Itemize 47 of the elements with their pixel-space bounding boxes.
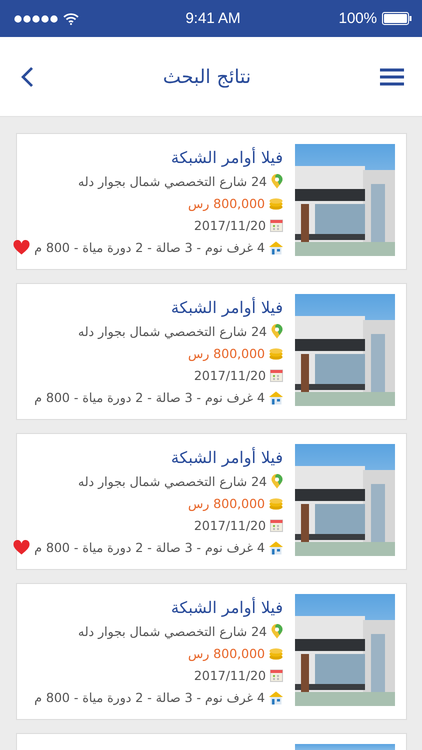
status-time: 9:41 AM — [185, 10, 241, 27]
listing-title: فيلا أوامر الشبكة — [170, 147, 283, 169]
listing-price: 800,000 رس — [188, 345, 265, 363]
map-pin-icon — [271, 174, 283, 189]
house-icon — [269, 240, 283, 254]
listing-date: 2017/11/20 — [194, 367, 266, 385]
listing-price: 800,000 رس — [188, 645, 265, 663]
listing-title: فيلا أوامر الشبكة — [170, 447, 283, 469]
listing-title: فيلا أوامر الشبكة — [170, 597, 283, 619]
listing-address: 24 شارع التخصصي شمال بجوار دله — [78, 173, 267, 191]
house-icon — [269, 540, 283, 554]
listing-address: 24 شارع التخصصي شمال بجوار دله — [78, 623, 267, 641]
coins-icon — [269, 497, 283, 510]
house-icon — [269, 690, 283, 704]
listing-price: 800,000 رس — [188, 195, 265, 213]
heart-icon[interactable] — [13, 540, 30, 555]
calendar-icon — [270, 219, 283, 232]
signal-icon — [14, 14, 58, 22]
listing-address: 24 شارع التخصصي شمال بجوار دله — [78, 323, 267, 341]
listing-date: 2017/11/20 — [194, 667, 266, 685]
coins-icon — [269, 347, 283, 360]
listing-date: 2017/11/20 — [194, 217, 266, 235]
battery-icon — [382, 12, 412, 25]
map-pin-icon — [271, 624, 283, 639]
map-pin-icon — [271, 324, 283, 339]
calendar-icon — [270, 519, 283, 532]
listing-title: فيلا أوامر الشبكة — [170, 297, 283, 319]
coins-icon — [269, 647, 283, 660]
map-pin-icon — [271, 474, 283, 489]
house-icon — [269, 390, 283, 404]
calendar-icon — [270, 669, 283, 682]
page-title: نتائج البحث — [162, 66, 252, 88]
back-chevron-icon — [20, 66, 34, 88]
listing-address: 24 شارع التخصصي شمال بجوار دله — [78, 473, 267, 491]
calendar-icon — [270, 369, 283, 382]
listing-features: 4 غرف نوم - 3 صالة - 2 دورة مياة - 800 م — [34, 239, 265, 257]
listing-features: 4 غرف نوم - 3 صالة - 2 دورة مياة - 800 م — [34, 539, 265, 557]
coins-icon — [269, 197, 283, 210]
wifi-icon — [63, 12, 79, 24]
listing-features: 4 غرف نوم - 3 صالة - 2 دورة مياة - 800 م — [34, 689, 265, 707]
listing-features: 4 غرف نوم - 3 صالة - 2 دورة مياة - 800 م — [34, 389, 265, 407]
menu-icon — [380, 68, 404, 86]
listing-card[interactable] — [16, 733, 407, 750]
listing-date: 2017/11/20 — [194, 517, 266, 535]
battery-percentage: 100% — [338, 10, 377, 27]
heart-icon[interactable] — [13, 240, 30, 255]
listing-price: 800,000 رس — [188, 495, 265, 513]
